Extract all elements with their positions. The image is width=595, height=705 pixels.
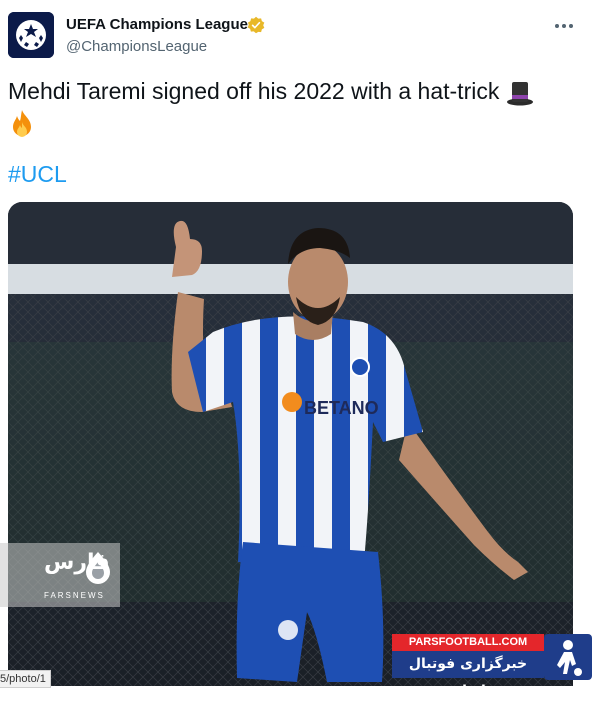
author-name[interactable]: UEFA Champions League	[66, 16, 248, 33]
sponsor-logo: BETANO	[304, 398, 379, 418]
tweet-text-body: Mehdi Taremi signed off his 2022 with a …	[8, 78, 500, 104]
farsnews-title: فارس	[44, 550, 110, 575]
parsfootball-tagline: خبرگزاری فوتبال ایران	[392, 651, 544, 699]
hashtag-link[interactable]: #UCL	[8, 161, 67, 188]
author-avatar[interactable]	[8, 12, 54, 58]
player-photo-illustration: BETANO	[8, 202, 573, 686]
more-options-icon[interactable]	[553, 16, 575, 36]
author-handle[interactable]: @ChampionsLeague	[66, 38, 207, 55]
tweet-photo[interactable]: BETANO	[8, 202, 573, 686]
tweet-text: Mehdi Taremi signed off his 2022 with a …	[8, 76, 568, 139]
farsnews-latin: FARSNEWS	[44, 591, 105, 600]
parsfootball-url: PARSFOOTBALL.COM	[392, 634, 544, 651]
parsfootball-logo-icon	[544, 634, 592, 680]
fire-icon	[13, 109, 31, 137]
top-hat-icon	[506, 81, 533, 106]
verified-badge-icon	[247, 16, 265, 34]
url-status-fragment: 5/photo/1	[0, 670, 51, 688]
ucl-starball-icon	[8, 12, 54, 58]
